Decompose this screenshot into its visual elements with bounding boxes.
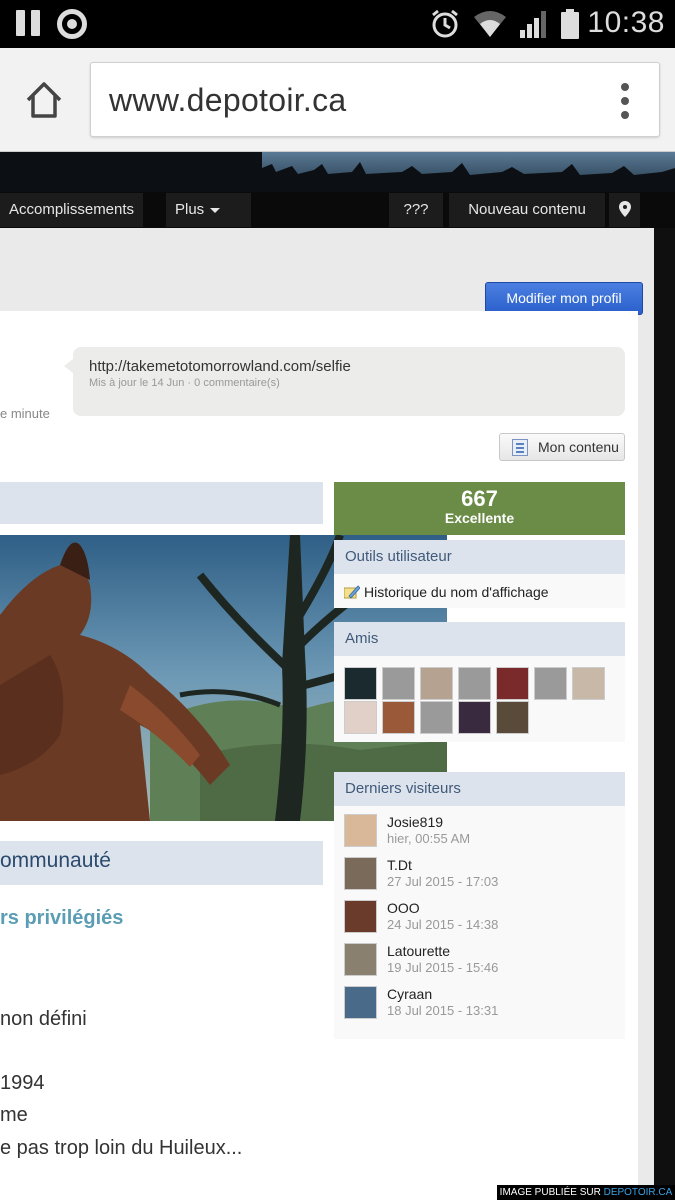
site-banner xyxy=(0,152,675,192)
visitor-item[interactable]: Cyraan 18 Jul 2015 - 13:31 xyxy=(344,986,614,1024)
status-update: http://takemetotomorrowland.com/selfie M… xyxy=(64,347,625,416)
visitor-date: 19 Jul 2015 - 15:46 xyxy=(387,960,499,975)
app-notification-icon xyxy=(57,9,87,39)
visitor-name: OOO xyxy=(387,900,420,916)
status-meta: Mis à jour le 14 Jun · 0 commentaire(s) xyxy=(89,377,280,389)
visitor-item[interactable]: OOO 24 Jul 2015 - 14:38 xyxy=(344,900,614,938)
banner-trees-graphic xyxy=(262,162,675,186)
visitor-item[interactable]: T.Dt 27 Jul 2015 - 17:03 xyxy=(344,857,614,895)
wifi-icon xyxy=(474,11,506,37)
info-line: e pas trop loin du Huileux... xyxy=(0,1137,243,1159)
url-field[interactable]: www.depotoir.ca xyxy=(90,62,660,137)
info-line: 1994 xyxy=(0,1072,45,1094)
friend-avatar[interactable] xyxy=(420,667,453,700)
reputation-label: Excellente xyxy=(444,510,515,526)
section-header-bar xyxy=(0,482,323,524)
credit-prefix: IMAGE PUBLIÉE SUR xyxy=(499,1187,601,1198)
visitor-avatar xyxy=(344,986,377,1019)
friend-avatar[interactable] xyxy=(496,701,529,734)
status-link[interactable]: http://takemetotomorrowland.com/selfie xyxy=(89,358,351,375)
credit-site: DEPOTOIR.CA xyxy=(603,1187,673,1198)
friend-avatar[interactable] xyxy=(572,667,605,700)
page-edge xyxy=(654,228,675,1200)
friend-avatar[interactable] xyxy=(420,701,453,734)
visitor-avatar xyxy=(344,943,377,976)
nav-location[interactable] xyxy=(609,193,640,227)
privileged-users-heading: rs privilégiés xyxy=(0,907,124,929)
my-content-label: Mon contenu xyxy=(538,439,619,455)
android-status-bar: 10:38 xyxy=(0,0,675,48)
friend-avatar[interactable] xyxy=(534,667,567,700)
reputation-value: 667 xyxy=(461,486,498,511)
battery-icon xyxy=(561,9,579,39)
info-line: non défini xyxy=(0,1008,87,1030)
friend-avatar[interactable] xyxy=(382,701,415,734)
friends-panel xyxy=(334,656,625,742)
home-icon[interactable] xyxy=(22,78,66,122)
site-nav: Accomplissements Plus ??? Nouveau conten… xyxy=(0,192,675,228)
reputation-box: 667 Excellente xyxy=(334,482,625,535)
visitor-name: Cyraan xyxy=(387,986,433,1002)
info-line: me xyxy=(0,1104,28,1126)
visitor-date: hier, 00:55 AM xyxy=(387,831,471,846)
display-name-history-label: Historique du nom d'affichage xyxy=(364,584,549,600)
recent-visitors-header: Derniers visiteurs xyxy=(334,772,625,806)
visitor-avatar xyxy=(344,900,377,933)
user-tools-panel: Historique du nom d'affichage xyxy=(334,574,625,608)
friend-avatar[interactable] xyxy=(382,667,415,700)
friend-avatar[interactable] xyxy=(458,701,491,734)
recent-visitors-panel: Josie819 hier, 00:55 AM T.Dt 27 Jul 2015… xyxy=(334,806,625,1039)
friend-avatar[interactable] xyxy=(496,667,529,700)
visitor-avatar xyxy=(344,814,377,847)
friend-avatar[interactable] xyxy=(344,701,377,734)
document-icon xyxy=(512,439,528,456)
pause-icon xyxy=(14,10,42,38)
browser-address-bar: www.depotoir.ca xyxy=(0,48,675,152)
nav-plus[interactable]: Plus xyxy=(166,193,251,227)
visitor-item[interactable]: Josie819 hier, 00:55 AM xyxy=(344,814,614,852)
pencil-note-icon xyxy=(344,585,360,599)
community-title: ommunauté xyxy=(0,849,111,872)
display-name-history-link[interactable]: Historique du nom d'affichage xyxy=(344,584,549,600)
friend-avatar[interactable] xyxy=(344,667,377,700)
overflow-menu-icon[interactable] xyxy=(621,83,629,119)
url-text: www.depotoir.ca xyxy=(109,82,347,118)
visitor-date: 27 Jul 2015 - 17:03 xyxy=(387,874,499,889)
user-tools-header: Outils utilisateur xyxy=(334,540,625,574)
image-credit: IMAGE PUBLIÉE SUR DEPOTOIR.CA xyxy=(497,1185,675,1200)
friend-avatar[interactable] xyxy=(458,667,491,700)
visitor-date: 24 Jul 2015 - 14:38 xyxy=(387,917,499,932)
visitor-name: Latourette xyxy=(387,943,451,959)
my-content-button[interactable]: Mon contenu xyxy=(499,433,625,461)
visitor-avatar xyxy=(344,857,377,890)
alarm-icon xyxy=(432,9,458,38)
profile-page: Modifier mon profil http://takemetotomor… xyxy=(0,228,654,1200)
caret-down-icon xyxy=(210,207,221,213)
signal-icon xyxy=(520,11,546,38)
friends-header: Amis xyxy=(334,622,625,656)
profile-content: http://takemetotomorrowland.com/selfie M… xyxy=(0,311,638,1200)
nav-plus-label: Plus xyxy=(175,201,205,218)
nav-qqq[interactable]: ??? xyxy=(389,193,443,227)
nav-nouveau-contenu[interactable]: Nouveau contenu xyxy=(449,193,605,227)
status-icons xyxy=(429,8,579,40)
visitor-name: Josie819 xyxy=(387,814,444,830)
nav-accomplissements[interactable]: Accomplissements xyxy=(0,193,144,227)
last-active-text: e minute xyxy=(0,406,50,421)
visitor-name: T.Dt xyxy=(387,857,412,873)
visitor-item[interactable]: Latourette 19 Jul 2015 - 15:46 xyxy=(344,943,614,981)
map-pin-icon xyxy=(619,201,631,217)
community-section-header: ommunauté xyxy=(0,841,323,885)
clock: 10:38 xyxy=(587,6,665,39)
visitor-date: 18 Jul 2015 - 13:31 xyxy=(387,1003,499,1018)
